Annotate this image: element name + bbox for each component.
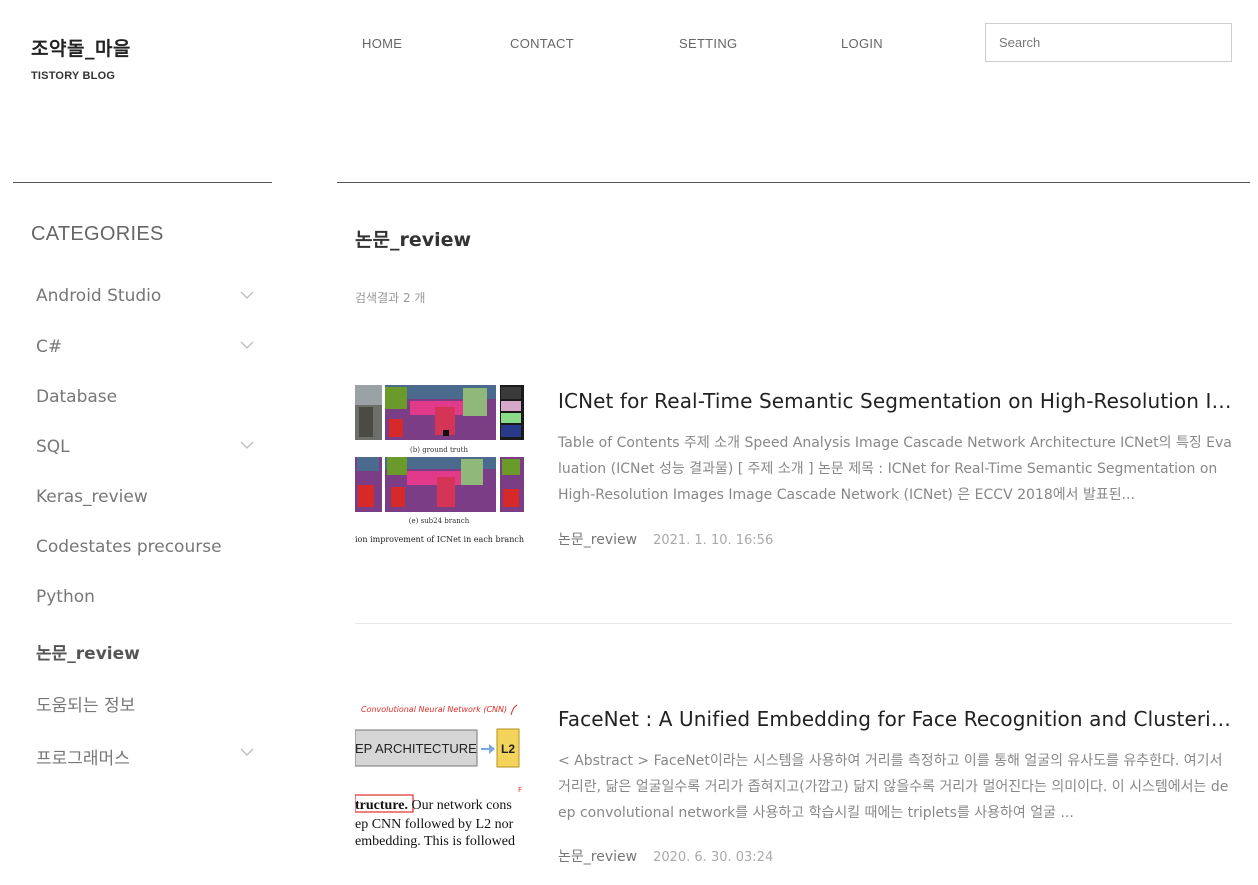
- thumb-caption-1: (b) ground truth: [410, 446, 468, 454]
- sidebar-item-paper-review[interactable]: 논문_review: [36, 639, 261, 669]
- sidebar-item-python[interactable]: Python: [36, 587, 261, 617]
- post-separator: [355, 623, 1232, 624]
- nav-home[interactable]: HOME: [362, 36, 402, 51]
- sidebar-item-label: Database: [36, 387, 118, 407]
- sidebar-item-useful-info[interactable]: 도움되는 정보: [36, 691, 261, 721]
- sidebar-item-codestates-precourse[interactable]: Codestates precourse: [36, 537, 261, 567]
- post-thumbnail[interactable]: Convolutional Neural Network (CNN) EP AR…: [355, 703, 524, 863]
- post-thumbnail[interactable]: (b) ground truth (e) sub24 branch ion im…: [355, 385, 524, 545]
- post-title[interactable]: FaceNet : A Unified Embedding for Face R…: [558, 707, 1232, 731]
- svg-text:F: F: [518, 786, 522, 794]
- nav-contact[interactable]: CONTACT: [510, 36, 574, 51]
- page-title: 논문_review: [355, 229, 472, 251]
- sidebar-item-csharp[interactable]: C#: [36, 337, 261, 367]
- post-excerpt[interactable]: < Abstract > FaceNet이라는 시스템을 사용하여 거리를 측정…: [558, 748, 1232, 826]
- sidebar-item-database[interactable]: Database: [36, 387, 261, 417]
- search-result-count: 검색결과 2 개: [355, 291, 426, 305]
- main-divider: [337, 182, 1250, 183]
- sidebar-item-android-studio[interactable]: Android Studio: [36, 286, 261, 316]
- post-date: 2020. 6. 30. 03:24: [653, 850, 774, 865]
- chevron-down-icon[interactable]: [240, 747, 254, 757]
- thumb-line-1-bold: tructure.: [355, 798, 408, 813]
- post-category-link[interactable]: 논문_review: [558, 849, 637, 865]
- blog-subtitle: TISTORY BLOG: [31, 70, 116, 82]
- post-meta: 논문_review 2021. 1. 10. 16:56: [558, 529, 773, 549]
- chevron-down-icon[interactable]: [240, 340, 254, 350]
- thumb-box-text: EP ARCHITECTURE: [355, 741, 477, 756]
- sidebar-item-label: 도움되는 정보: [36, 696, 136, 716]
- sidebar-item-label: Keras_review: [36, 487, 148, 507]
- sidebar-item-label: C#: [36, 337, 63, 357]
- sidebar-item-label: Codestates precourse: [36, 537, 222, 557]
- post-category-link[interactable]: 논문_review: [558, 532, 637, 548]
- sidebar-item-label: 논문_review: [36, 644, 140, 664]
- thumb-line-1-rest: Our network cons: [408, 798, 512, 813]
- sidebar-item-keras-review[interactable]: Keras_review: [36, 487, 261, 517]
- sidebar-item-label: 프로그래머스: [36, 749, 130, 769]
- facenet-figure-image: Convolutional Neural Network (CNN) EP AR…: [355, 703, 524, 863]
- svg-text:tructure. Our network cons: tructure. Our network cons: [355, 798, 512, 813]
- thumb-caption-2: (e) sub24 branch: [409, 517, 470, 525]
- thumb-handwritten-note: Convolutional Neural Network (CNN): [361, 705, 507, 714]
- sidebar-item-label: SQL: [36, 437, 70, 457]
- post-excerpt[interactable]: Table of Contents 주제 소개 Speed Analysis I…: [558, 430, 1232, 508]
- sidebar-item-label: Android Studio: [36, 286, 162, 306]
- nav-login[interactable]: LOGIN: [841, 36, 883, 51]
- categories-heading: CATEGORIES: [31, 223, 164, 245]
- thumb-l2-label: L2: [501, 742, 515, 756]
- thumb-line-3: embedding. This is followed: [355, 834, 515, 849]
- sidebar-item-sql[interactable]: SQL: [36, 437, 261, 467]
- search-input[interactable]: [986, 24, 1231, 61]
- sidebar-item-label: Python: [36, 587, 95, 607]
- nav-setting[interactable]: SETTING: [679, 36, 737, 51]
- post-date: 2021. 1. 10. 16:56: [653, 533, 774, 548]
- chevron-down-icon[interactable]: [240, 290, 254, 300]
- thumb-caption-3: ion improvement of ICNet in each branch: [355, 535, 524, 544]
- search-box: [985, 23, 1232, 62]
- chevron-down-icon[interactable]: [240, 440, 254, 450]
- sidebar-divider: [13, 182, 272, 183]
- post-meta: 논문_review 2020. 6. 30. 03:24: [558, 846, 773, 866]
- thumb-line-2: ep CNN followed by L2 nor: [355, 817, 514, 832]
- sidebar-item-programmers[interactable]: 프로그래머스: [36, 744, 261, 774]
- post-title[interactable]: ICNet for Real-Time Semantic Segmentatio…: [558, 389, 1232, 413]
- segmentation-figure-image: (b) ground truth (e) sub24 branch ion im…: [355, 385, 524, 545]
